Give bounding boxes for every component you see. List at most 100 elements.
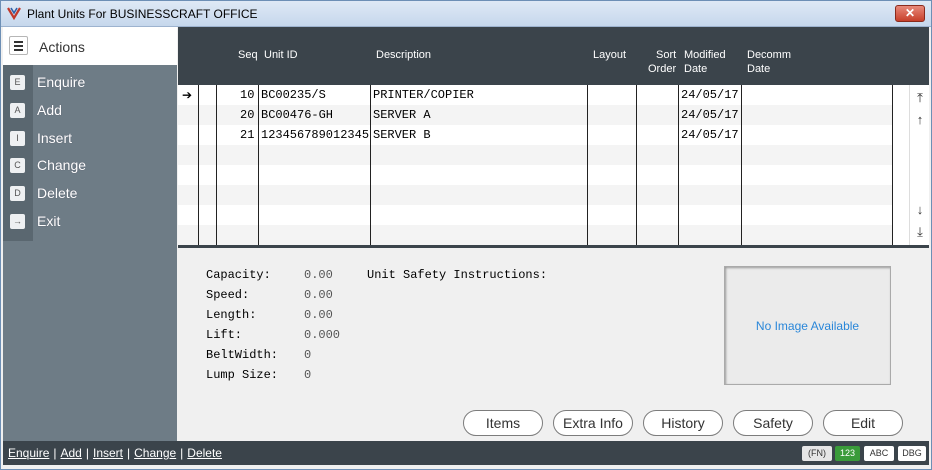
items-button[interactable]: Items <box>463 410 543 436</box>
caps-lock-badge: ABC <box>864 446 894 461</box>
sidebar-item-change[interactable]: C Change <box>3 152 177 180</box>
scroll-up-icon[interactable]: ↑ <box>913 113 927 127</box>
table-row[interactable]: 20 BC00476-GH SERVER A 24/05/17 <box>178 105 892 125</box>
plant-units-grid: Seq Unit ID Description Layout Sort Orde… <box>178 27 929 247</box>
exit-icon: → <box>10 213 25 229</box>
status-link-insert[interactable]: Insert <box>93 446 123 460</box>
speed-label: Speed: <box>206 288 250 302</box>
table-row-empty[interactable] <box>178 145 892 165</box>
column-divider <box>587 85 588 245</box>
column-divider <box>216 85 217 245</box>
beltwidth-label: BeltWidth: <box>206 348 279 362</box>
col-header-decomm[interactable]: Decomm <box>747 48 791 62</box>
sidebar-item-delete[interactable]: D Delete <box>3 180 177 208</box>
num-lock-badge: 123 <box>835 446 860 461</box>
cell-unit-id: 123456789012345 <box>261 128 370 142</box>
col-header-sort[interactable]: Sort <box>656 48 676 62</box>
scroll-to-top-icon[interactable]: ⤒ <box>913 91 927 105</box>
sidebar-item-add[interactable]: A Add <box>3 97 177 125</box>
key-c-icon: C <box>10 158 25 174</box>
table-row-empty[interactable] <box>178 205 892 225</box>
extra-info-button[interactable]: Extra Info <box>553 410 633 436</box>
status-separator: | <box>180 446 184 460</box>
key-e-icon: E <box>10 75 25 90</box>
column-divider <box>741 85 742 245</box>
safety-button[interactable]: Safety <box>733 410 813 436</box>
unit-safety-instructions-label: Unit Safety Instructions: <box>367 268 548 282</box>
col-header-order[interactable]: Order <box>648 62 676 76</box>
cell-seq: 21 <box>240 128 255 142</box>
grid-body: ➔ 10 BC00235/S PRINTER/COPIER 24/05/17 2… <box>178 85 909 245</box>
lift-value: 0.000 <box>304 328 341 342</box>
fn-indicator-badge: (FN) <box>802 446 832 461</box>
sidebar-item-enquire[interactable]: E Enquire <box>3 69 177 97</box>
hamburger-menu-icon[interactable] <box>9 36 28 55</box>
table-row-empty[interactable] <box>178 165 892 185</box>
current-row-arrow-icon: ➔ <box>182 88 193 102</box>
status-action-links: Enquire | Add | Insert | Change | Delete <box>8 446 222 460</box>
table-row-empty[interactable] <box>178 185 892 205</box>
status-link-delete[interactable]: Delete <box>187 446 222 460</box>
status-separator: | <box>127 446 131 460</box>
table-row-empty[interactable] <box>178 225 892 245</box>
title-bar: Plant Units For BUSINESSCRAFT OFFICE ✕ <box>1 1 931 27</box>
cell-description: PRINTER/COPIER <box>373 88 474 102</box>
close-button[interactable]: ✕ <box>895 5 925 22</box>
cell-modified: 24/05/17 <box>681 88 739 102</box>
capacity-value: 0.00 <box>304 268 333 282</box>
sidebar-item-label: Add <box>37 101 62 118</box>
table-row[interactable]: ➔ 10 BC00235/S PRINTER/COPIER 24/05/17 <box>178 85 892 105</box>
capacity-label: Capacity: <box>206 268 271 282</box>
col-header-decomm-date[interactable]: Date <box>747 62 770 76</box>
sidebar-item-label: Exit <box>37 212 61 229</box>
sidebar-item-insert[interactable]: I Insert <box>3 125 177 153</box>
cell-unit-id: BC00476-GH <box>261 108 334 122</box>
col-header-modified[interactable]: Modified <box>684 48 726 62</box>
sidebar-item-label: Insert <box>37 129 73 146</box>
businesscraft-logo-icon <box>7 7 21 21</box>
actions-title: Actions <box>39 39 85 55</box>
status-link-enquire[interactable]: Enquire <box>8 446 49 460</box>
status-separator: | <box>85 446 89 460</box>
column-divider <box>892 85 893 245</box>
edit-button[interactable]: Edit <box>823 410 903 436</box>
scroll-to-bottom-icon[interactable]: ⤓ <box>913 225 927 239</box>
unit-image-placeholder: No Image Available <box>724 266 891 385</box>
column-divider <box>370 85 371 245</box>
column-divider <box>678 85 679 245</box>
cell-seq: 20 <box>240 108 255 122</box>
col-header-modified-date[interactable]: Date <box>684 62 707 76</box>
speed-value: 0.00 <box>304 288 333 302</box>
lift-label: Lift: <box>206 328 243 342</box>
grid-scrollbar[interactable]: ⤒ ↑ ↓ ⤓ <box>909 85 929 245</box>
length-label: Length: <box>206 308 257 322</box>
cell-modified: 24/05/17 <box>681 128 739 142</box>
status-link-change[interactable]: Change <box>134 446 176 460</box>
history-button[interactable]: History <box>643 410 723 436</box>
lump-size-label: Lump Size: <box>206 368 279 382</box>
col-header-unit-id[interactable]: Unit ID <box>264 48 298 62</box>
cell-modified: 24/05/17 <box>681 108 739 122</box>
grid-header: Seq Unit ID Description Layout Sort Orde… <box>178 27 929 85</box>
no-image-text: No Image Available <box>755 319 860 333</box>
status-bar: Enquire | Add | Insert | Change | Delete (FN) 12… <box>3 441 929 465</box>
column-divider <box>258 85 259 245</box>
actions-sidebar: Actions E Enquire A Add I Insert C Chang… <box>3 27 177 441</box>
cell-unit-id: BC00235/S <box>261 88 326 102</box>
status-link-add[interactable]: Add <box>61 446 82 460</box>
beltwidth-value: 0 <box>304 348 312 362</box>
col-header-layout[interactable]: Layout <box>593 48 626 62</box>
window-title: Plant Units For BUSINESSCRAFT OFFICE <box>27 7 258 21</box>
column-divider <box>636 85 637 245</box>
sidebar-items: E Enquire A Add I Insert C Change D Dele… <box>3 69 177 236</box>
sidebar-item-exit[interactable]: → Exit <box>3 208 177 236</box>
table-row[interactable]: 21 123456789012345 SERVER B 24/05/17 <box>178 125 892 145</box>
length-value: 0.00 <box>304 308 333 322</box>
sidebar-item-label: Enquire <box>37 74 86 90</box>
status-separator: | <box>53 446 57 460</box>
sidebar-item-label: Change <box>37 157 87 174</box>
scroll-down-icon[interactable]: ↓ <box>913 203 927 217</box>
col-header-description[interactable]: Description <box>376 48 431 62</box>
actions-header: Actions <box>3 27 177 65</box>
col-header-seq[interactable]: Seq <box>238 48 258 62</box>
